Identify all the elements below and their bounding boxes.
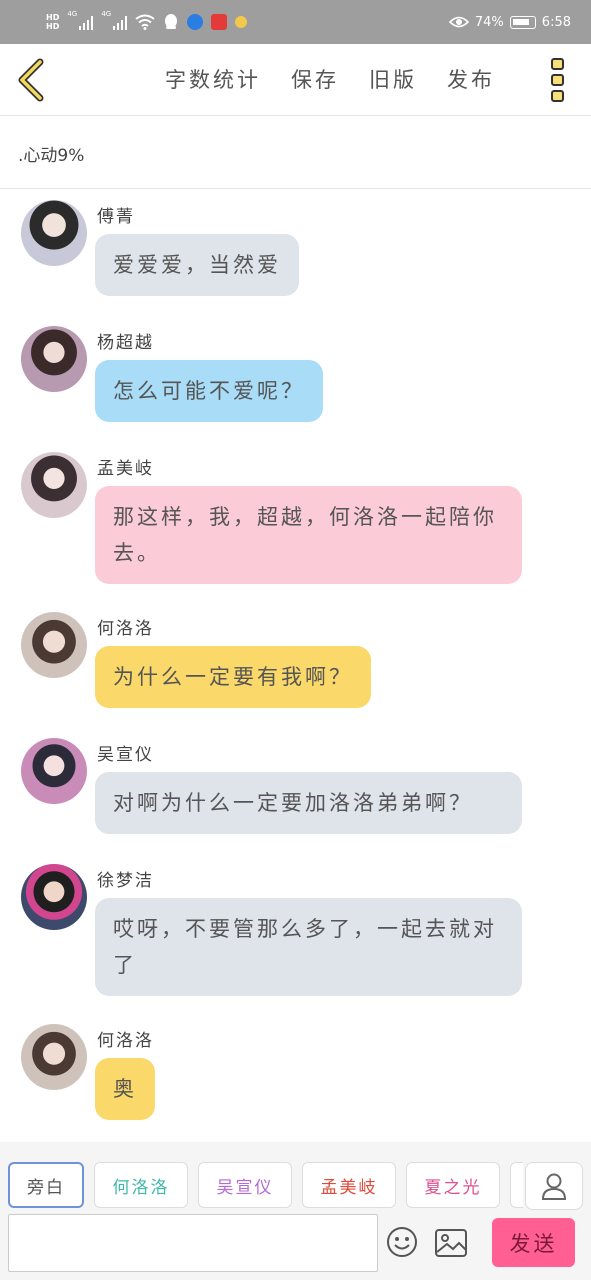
speaker-name: 孟美岐 — [97, 459, 154, 479]
character-chip[interactable]: 何洛洛 — [94, 1162, 188, 1208]
avatar[interactable] — [21, 326, 87, 392]
character-chip[interactable]: 夏之光 — [406, 1162, 500, 1208]
message-bubble[interactable]: 那这样，我，超越，何洛洛一起陪你去。 — [95, 486, 522, 584]
avatar[interactable] — [21, 1024, 87, 1090]
qq-icon — [165, 14, 178, 29]
hd-indicator: HD HD — [46, 13, 59, 31]
eye-icon — [448, 16, 469, 28]
character-chip[interactable]: 吴宣仪 — [198, 1162, 292, 1208]
speaker-name: 吴宣仪 — [97, 745, 154, 765]
message-bubble[interactable]: 对啊为什么一定要加洛洛弟弟啊？ — [95, 772, 522, 834]
message-list[interactable]: 傅菁 爱爱爱，当然爱 杨超越 怎么可能不爱呢？ 孟美岐 那这样，我，超越，何洛洛… — [0, 190, 591, 1140]
user-button[interactable] — [525, 1162, 583, 1210]
top-toolbar: 字数统计 保存 旧版 发布 — [0, 44, 591, 116]
toolbar-menu: 字数统计 保存 旧版 发布 — [165, 64, 495, 94]
story-title-row[interactable]: .心动9% — [0, 117, 591, 189]
story-title: .心动9% — [18, 146, 85, 166]
avatar[interactable] — [21, 452, 87, 518]
avatar[interactable] — [21, 612, 87, 678]
app-red-icon — [211, 14, 228, 30]
network-a-label: 4G — [67, 10, 78, 18]
speaker-name: 何洛洛 — [97, 1031, 154, 1051]
clock: 6:58 — [541, 14, 571, 30]
message-bubble[interactable]: 怎么可能不爱呢？ — [95, 360, 323, 422]
message-bubble[interactable]: 为什么一定要有我啊？ — [95, 646, 371, 708]
message-bubble[interactable]: 奥 — [95, 1058, 155, 1120]
word-count-button[interactable]: 字数统计 — [165, 64, 261, 94]
speaker-name: 徐梦洁 — [97, 871, 154, 891]
message-input[interactable] — [8, 1214, 378, 1272]
battery-icon — [509, 15, 536, 29]
character-chip[interactable]: 孟美岐 — [302, 1162, 396, 1208]
wifi-icon — [135, 14, 155, 30]
image-icon[interactable] — [434, 1228, 468, 1258]
character-chip-narrator[interactable]: 旁白 — [8, 1162, 84, 1208]
user-icon — [541, 1173, 567, 1200]
smiley-icon[interactable] — [386, 1226, 418, 1258]
speaker-name: 杨超越 — [97, 333, 154, 353]
avatar[interactable] — [21, 864, 87, 930]
battery-percent: 74% — [474, 14, 504, 30]
message-bubble[interactable]: 爱爱爱，当然爱 — [95, 234, 299, 296]
more-icon[interactable] — [551, 58, 565, 102]
chevron-left-icon[interactable] — [12, 58, 52, 102]
save-button[interactable]: 保存 — [291, 64, 339, 94]
send-button[interactable]: 发送 — [492, 1218, 575, 1267]
hd-a: HD — [46, 13, 60, 22]
avatar[interactable] — [21, 738, 87, 804]
network-b-label: 4G — [101, 10, 112, 18]
character-chip-partial[interactable] — [510, 1162, 523, 1208]
status-bar: HD HD 4G 4G 74% 6:58 — [0, 0, 591, 44]
avatar[interactable] — [21, 200, 87, 266]
app-blue-icon — [187, 14, 204, 30]
signal-2-icon: 4G — [101, 10, 128, 30]
status-left: HD HD 4G 4G — [46, 6, 248, 38]
hd-b: HD — [46, 22, 60, 31]
speaker-name: 傅菁 — [97, 207, 135, 227]
speaker-name: 何洛洛 — [97, 619, 154, 639]
status-right: 74% 6:58 — [448, 0, 571, 44]
old-version-button[interactable]: 旧版 — [369, 64, 417, 94]
signal-1-icon: 4G — [67, 10, 94, 30]
character-chips[interactable]: 旁白 何洛洛 吴宣仪 孟美岐 夏之光 — [8, 1162, 523, 1210]
message-bubble[interactable]: 哎呀，不要管那么多了，一起去就对了 — [95, 898, 522, 996]
publish-button[interactable]: 发布 — [447, 64, 495, 94]
composer-area: 旁白 何洛洛 吴宣仪 孟美岐 夏之光 发送 — [0, 1142, 591, 1280]
app-yellow-icon — [235, 16, 248, 28]
